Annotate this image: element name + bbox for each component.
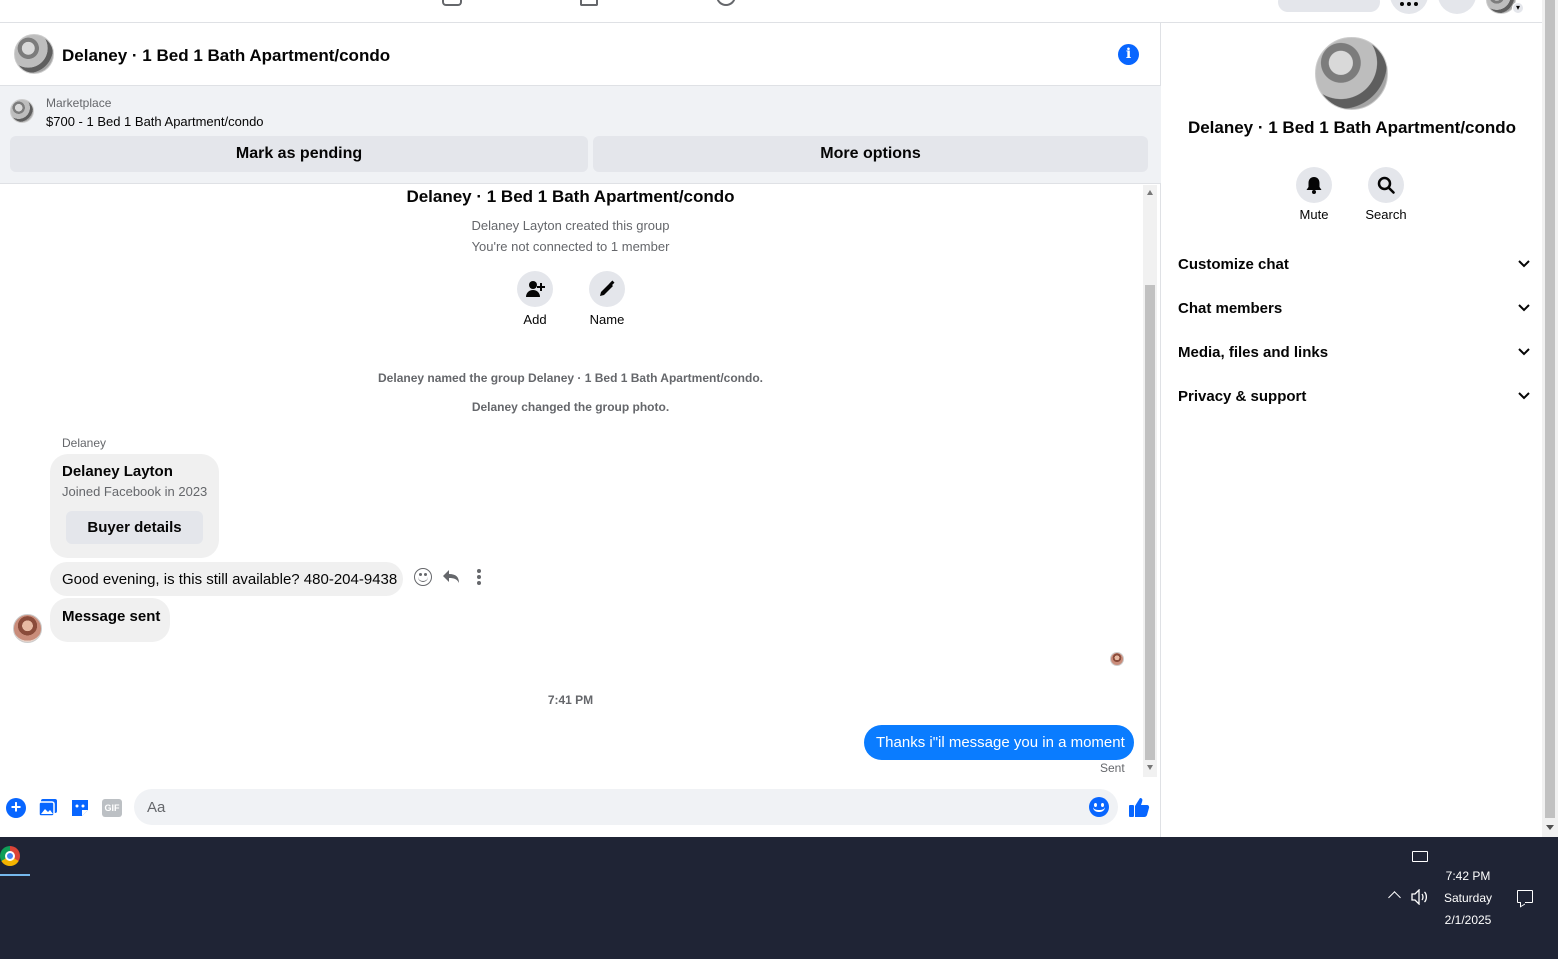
pencil-icon [600, 280, 615, 296]
buyer-joined: Joined Facebook in 2023 [62, 484, 208, 499]
sent-status: Sent [1100, 761, 1125, 775]
active-app-indicator [0, 874, 30, 876]
search-button[interactable] [1368, 167, 1404, 203]
sent-message-text: Thanks i"il message you in a moment [876, 734, 1125, 751]
message-text: Message sent [62, 608, 161, 625]
menu-grid-icon[interactable] [1390, 0, 1428, 14]
windows-taskbar: 7:42 PM Saturday 2/1/2025 [0, 837, 1558, 959]
top-action-button[interactable] [1278, 0, 1380, 12]
message-timestamp: 7:41 PM [547, 693, 594, 707]
chat-scrollbar[interactable] [1143, 185, 1157, 777]
customize-chat-section[interactable]: Customize chat [1178, 242, 1530, 286]
search-label: Search [1365, 207, 1407, 222]
group-photo[interactable] [1315, 37, 1388, 110]
listing-thumbnail[interactable] [10, 99, 34, 123]
sender-avatar[interactable] [13, 614, 42, 643]
chat-pane: Delaney · 1 Bed 1 Bath Apartment/condo i… [0, 23, 1161, 837]
buyer-profile-card: Delaney Layton Joined Facebook in 2023 B… [50, 454, 219, 558]
clock-time[interactable]: 7:42 PM [1436, 869, 1500, 883]
buyer-name: Delaney Layton [62, 463, 173, 480]
event-named-group: Delaney named the group Delaney · 1 Bed … [378, 371, 763, 385]
gaming-nav-icon[interactable] [716, 0, 736, 6]
notifications-icon[interactable] [1438, 0, 1476, 14]
page-scrollbar[interactable] [1542, 0, 1558, 837]
groups-nav-icon[interactable] [580, 0, 598, 6]
listing-banner: Marketplace $700 - 1 Bed 1 Bath Apartmen… [0, 86, 1161, 184]
thread-group-title: Delaney · 1 Bed 1 Bath Apartment/condo [406, 187, 735, 206]
add-label: Add [523, 312, 547, 327]
add-member-button[interactable] [517, 271, 553, 307]
more-options-button[interactable]: More options [593, 136, 1148, 172]
message-text: Good evening, is this still available? 4… [62, 571, 398, 588]
read-receipt-avatar [1110, 652, 1124, 666]
sent-message-bubble[interactable]: Thanks i"il message you in a moment [864, 725, 1134, 760]
reply-icon[interactable] [442, 569, 460, 585]
chevron-down-icon [1518, 392, 1530, 400]
sender-name: Delaney [62, 436, 107, 450]
media-files-links-section[interactable]: Media, files and links [1178, 330, 1530, 374]
network-icon[interactable] [1412, 851, 1428, 862]
section-label: Chat members [1178, 299, 1283, 317]
section-label: Media, files and links [1178, 343, 1329, 361]
section-label: Customize chat [1178, 255, 1289, 273]
message-bubble[interactable]: Good evening, is this still available? 4… [50, 562, 403, 596]
chevron-down-icon [1518, 304, 1530, 312]
gif-icon[interactable]: GIF [102, 799, 122, 817]
listing-title[interactable]: $700 - 1 Bed 1 Bath Apartment/condo [46, 114, 264, 129]
connection-note: You're not connected to 1 member [471, 239, 670, 254]
add-person-icon [526, 281, 545, 297]
clock-day[interactable]: Saturday [1436, 891, 1500, 905]
thumbs-up-icon[interactable] [1128, 796, 1150, 818]
chat-members-section[interactable]: Chat members [1178, 286, 1530, 330]
message-input[interactable]: Aa [134, 789, 1118, 825]
chat-title[interactable]: Delaney · 1 Bed 1 Bath Apartment/condo [62, 46, 390, 66]
mark-as-pending-button[interactable]: Mark as pending [10, 136, 588, 172]
info-icon[interactable]: i [1118, 44, 1139, 65]
group-avatar[interactable] [14, 34, 54, 74]
marketplace-nav-icon[interactable] [442, 0, 462, 6]
search-icon [1377, 176, 1395, 194]
rename-group-button[interactable] [589, 271, 625, 307]
privacy-support-section[interactable]: Privacy & support [1178, 374, 1530, 418]
chevron-down-icon [1518, 260, 1530, 268]
more-actions-icon[interactable] [477, 569, 481, 585]
chrome-icon[interactable] [0, 846, 20, 866]
chevron-up-icon[interactable] [1388, 891, 1401, 904]
listing-source: Marketplace [46, 96, 112, 110]
mute-button[interactable] [1296, 167, 1332, 203]
react-emoji-icon[interactable] [414, 568, 432, 586]
clock-date[interactable]: 2/1/2025 [1436, 913, 1500, 927]
side-title: Delaney · 1 Bed 1 Bath Apartment/condo [1187, 118, 1517, 137]
buyer-details-button[interactable]: Buyer details [66, 511, 203, 544]
page-scrollbar-thumb[interactable] [1545, 0, 1555, 818]
bell-icon [1306, 177, 1322, 194]
event-changed-photo: Delaney changed the group photo. [471, 400, 670, 414]
chevron-down-icon [1518, 348, 1530, 356]
message-bubble[interactable]: Message sent [50, 598, 170, 642]
account-chevron-icon[interactable]: ▾ [1512, 2, 1524, 14]
emoji-icon[interactable] [1089, 797, 1109, 817]
section-label: Privacy & support [1178, 387, 1307, 405]
photo-icon[interactable] [38, 798, 58, 818]
message-input-placeholder: Aa [147, 799, 166, 816]
name-label: Name [589, 312, 625, 327]
plus-icon[interactable]: + [6, 798, 26, 818]
mute-label: Mute [1299, 207, 1329, 222]
created-note: Delaney Layton created this group [471, 218, 670, 233]
notifications-center-icon[interactable] [1517, 890, 1533, 908]
volume-icon[interactable] [1411, 889, 1429, 905]
top-nav-bar: ▾ [0, 0, 1542, 23]
sticker-icon[interactable] [70, 798, 90, 818]
chat-info-panel: Delaney · 1 Bed 1 Bath Apartment/condo M… [1162, 23, 1542, 837]
